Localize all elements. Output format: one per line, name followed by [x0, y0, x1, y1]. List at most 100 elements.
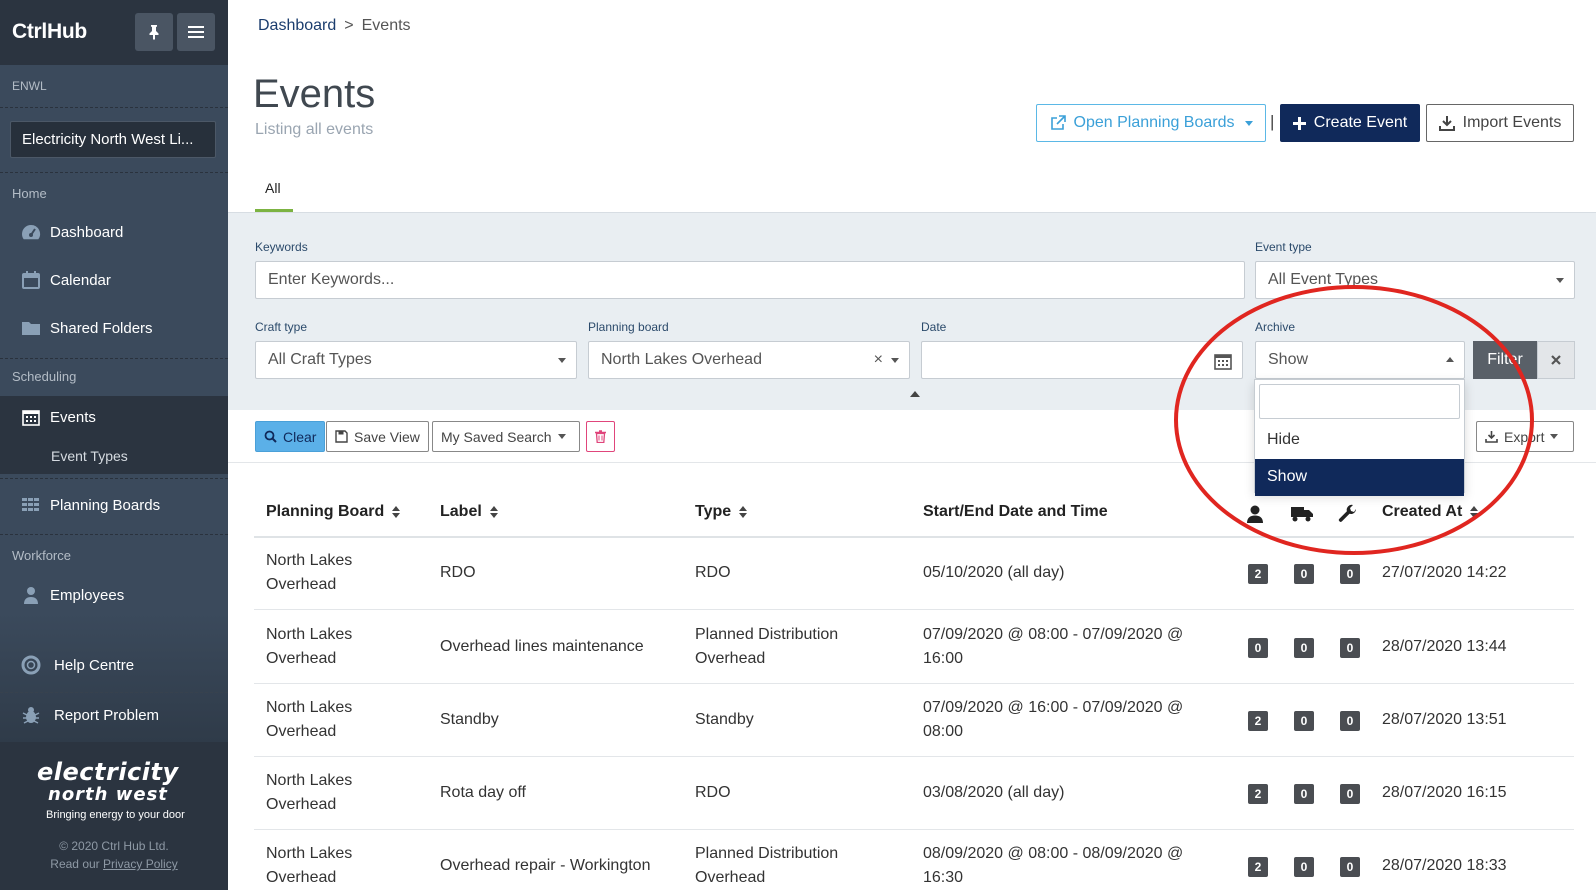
chevron-down-icon [1556, 278, 1564, 283]
button-label: Clear [283, 428, 317, 445]
column-header-type[interactable]: Type [695, 503, 748, 521]
table-row[interactable]: North Lakes Overhead Rota day off RDO 03/08/… [254, 757, 1574, 830]
count-badge-vehicles: 0 [1294, 564, 1314, 584]
pin-button[interactable] [135, 13, 173, 51]
brand-name[interactable]: CtrlHub [12, 20, 87, 44]
sidebar-item-dashboard[interactable]: Dashboard [0, 212, 228, 252]
sidebar-item-employees[interactable]: Employees [0, 575, 228, 615]
archive-select[interactable]: Show [1255, 341, 1465, 379]
sidebar-item-events[interactable]: Events [0, 396, 228, 438]
calendar-icon [21, 270, 41, 290]
divider [0, 172, 228, 173]
lifebuoy-icon [21, 655, 41, 675]
table-row[interactable]: North Lakes Overhead Standby Standby 07/09/2… [254, 684, 1574, 757]
help-centre-link[interactable]: Help Centre [0, 645, 228, 685]
delete-saved-search-button[interactable] [586, 421, 615, 452]
export-dropdown[interactable]: Export [1476, 421, 1574, 452]
count-badge-vehicles: 0 [1294, 711, 1314, 731]
header-label: Start/End Date and Time [923, 503, 1108, 520]
sidebar-item-event-types[interactable]: Event Types [0, 438, 228, 474]
event-type-label: Event type [1255, 240, 1312, 254]
company-tagline: Bringing energy to your door [46, 809, 185, 821]
org-selector[interactable]: Electricity North West Li... [10, 121, 216, 158]
date-input[interactable] [921, 341, 1243, 379]
cell-start-end: 05/10/2020 (all day) [923, 561, 1064, 585]
cell-line: Overhead [266, 723, 337, 740]
cell-text: Standby [440, 711, 499, 728]
sidebar-item-shared-folders[interactable]: Shared Folders [0, 308, 228, 348]
sidebar-item-label: Shared Folders [50, 319, 153, 337]
table-row[interactable]: North Lakes Overhead Overhead lines mainte… [254, 611, 1574, 684]
reset-filter-button[interactable] [1537, 341, 1575, 379]
table-row[interactable]: North Lakes Overhead RDO RDO 05/10/2020 (all… [254, 537, 1574, 610]
button-label: Create Event [1313, 114, 1408, 131]
archive-option-hide[interactable]: Hide [1255, 422, 1464, 459]
clear-selection-icon[interactable]: × [874, 351, 883, 369]
cell-text: Rota day off [440, 784, 526, 801]
count-badge-people: 2 [1248, 857, 1268, 877]
sidebar-item-planning-boards[interactable]: Planning Boards [0, 485, 228, 525]
copyright-text: © 2020 Ctrl Hub Ltd. [59, 839, 169, 853]
cell-line: 07/09/2020 @ 08:00 - 07/09/2020 @ [923, 626, 1184, 643]
table-row[interactable]: North Lakes Overhead Overhead repair - Wor… [254, 830, 1574, 890]
brand-bar: CtrlHub [0, 0, 228, 65]
keywords-input[interactable]: Enter Keywords... [255, 261, 1245, 299]
import-events-button[interactable]: Import Events [1426, 104, 1574, 142]
column-header-planning-board[interactable]: Planning Board [266, 503, 401, 521]
download-icon [1485, 431, 1498, 443]
privacy-policy-link[interactable]: Privacy Policy [103, 857, 178, 871]
collapse-filters-icon[interactable] [910, 391, 920, 397]
external-link-icon [1050, 115, 1066, 130]
sidebar-item-label: Planning Boards [50, 496, 161, 514]
cell-label: Overhead repair - Workington [440, 854, 650, 878]
clear-button[interactable]: Clear [255, 421, 326, 452]
planning-board-select[interactable]: North Lakes Overhead × [588, 341, 910, 379]
sort-icon [1470, 506, 1479, 518]
tab-all[interactable]: All [255, 172, 293, 212]
sidebar-item-calendar[interactable]: Calendar [0, 260, 228, 300]
archive-option-show[interactable]: Show [1255, 459, 1464, 496]
hamburger-icon [188, 26, 204, 38]
cell-line: Planned Distribution [695, 626, 839, 643]
event-type-select[interactable]: All Event Types [1255, 261, 1575, 299]
date-label: Date [921, 320, 947, 334]
header-label: Label [440, 503, 482, 520]
archive-label: Archive [1255, 320, 1296, 334]
cell-line: Overhead [695, 869, 766, 886]
column-header-label[interactable]: Label [440, 503, 498, 521]
open-planning-boards-button[interactable]: Open Planning Boards [1036, 104, 1266, 142]
breadcrumb-separator: > [344, 17, 354, 34]
menu-button[interactable] [177, 13, 215, 51]
breadcrumb-dashboard-link[interactable]: Dashboard [258, 17, 336, 35]
count-badge-tools: 0 [1340, 784, 1360, 804]
cell-text: RDO [440, 564, 476, 581]
calendar-icon[interactable] [1214, 352, 1232, 370]
column-header-created-at[interactable]: Created At [1382, 503, 1479, 521]
divider [0, 358, 228, 359]
cell-line: 16:00 [923, 650, 964, 667]
cell-line: RDO [695, 564, 731, 581]
cell-planning-board: North Lakes Overhead [266, 696, 352, 744]
chevron-down-icon [558, 358, 566, 363]
section-home: Home [12, 186, 47, 201]
count-badge-people: 2 [1248, 564, 1268, 584]
cell-line: 08:00 [923, 723, 964, 740]
report-problem-link[interactable]: Report Problem [0, 695, 228, 735]
save-view-button[interactable]: Save View [326, 421, 429, 452]
cell-planning-board: North Lakes Overhead [266, 549, 352, 597]
filter-button[interactable]: Filter [1473, 341, 1537, 379]
cell-line: North Lakes [266, 772, 353, 789]
count-badge-vehicles: 0 [1294, 857, 1314, 877]
count-badge-vehicles: 0 [1294, 638, 1314, 658]
cell-type: Standby [695, 708, 754, 732]
create-event-button[interactable]: Create Event [1280, 104, 1420, 142]
craft-type-select[interactable]: All Craft Types [255, 341, 577, 379]
cell-planning-board: North Lakes Overhead [266, 842, 352, 890]
archive-search-input[interactable] [1259, 384, 1460, 419]
divider [0, 692, 228, 693]
cell-text: 27/07/2020 14:22 [1382, 564, 1507, 581]
cell-text: 28/07/2020 18:33 [1382, 857, 1507, 874]
sidebar: CtrlHub ENWL Electricity North West Li..… [0, 0, 228, 890]
sidebar-item-label: Dashboard [50, 223, 124, 241]
saved-search-dropdown[interactable]: My Saved Search [432, 421, 580, 452]
